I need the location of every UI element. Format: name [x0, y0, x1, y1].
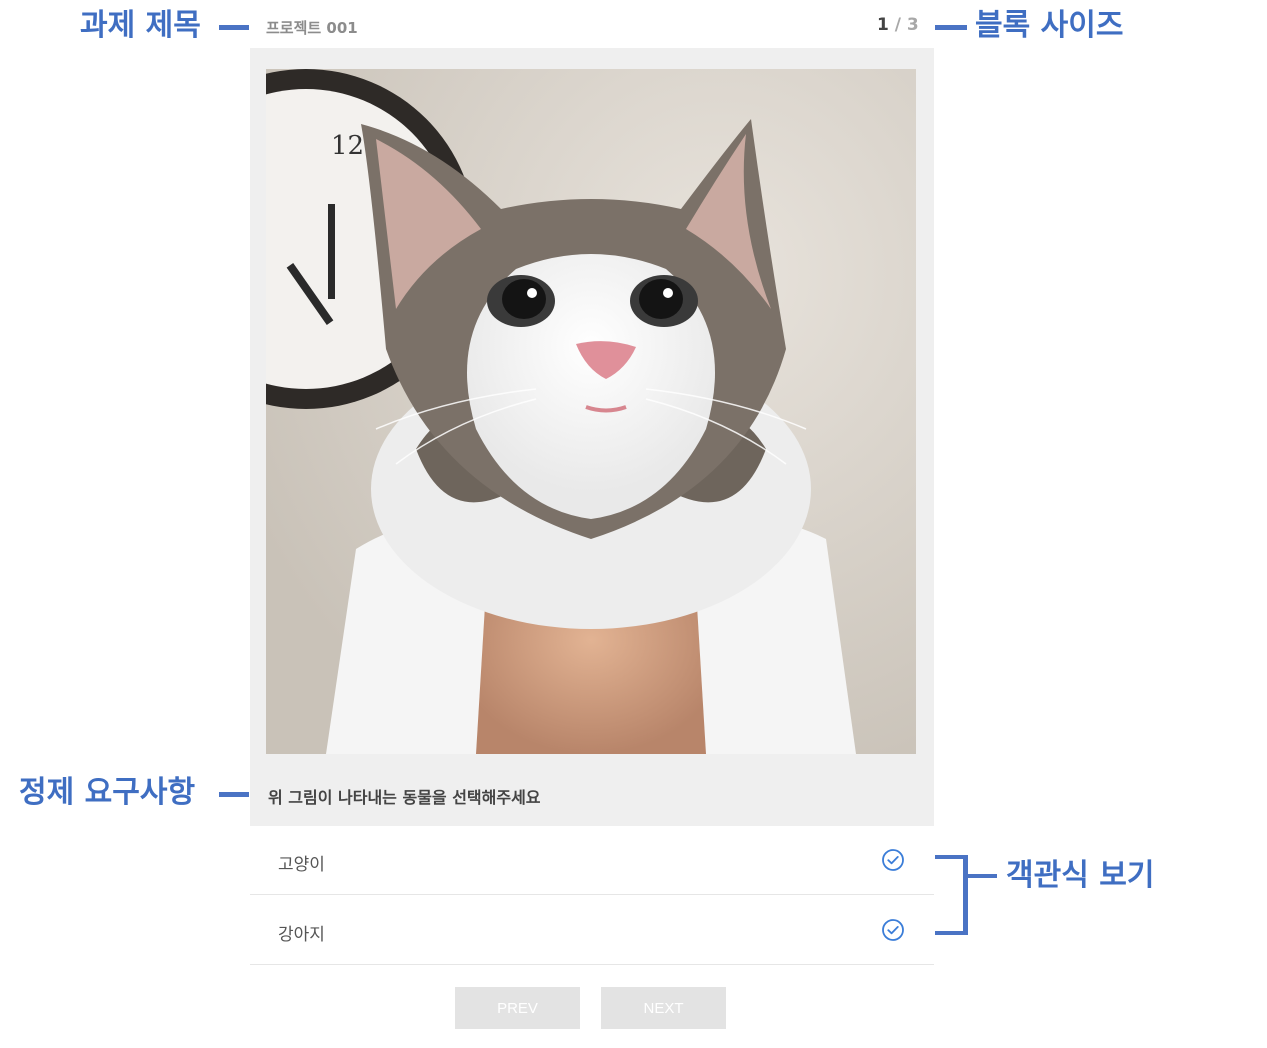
- project-title: 프로젝트 001: [266, 19, 358, 37]
- annotation-title-label: 과제 제목: [80, 8, 201, 43]
- page-counter: 1 / 3: [877, 15, 919, 35]
- kitten-photo: 12: [266, 69, 916, 754]
- page-separator: /: [894, 15, 901, 35]
- task-requirement: 위 그림이 나타내는 동물을 선택해주세요: [268, 788, 541, 807]
- annotation-block-size-connector: [935, 25, 967, 30]
- svg-text:12: 12: [331, 131, 364, 161]
- check-circle-icon[interactable]: [881, 848, 905, 872]
- annotation-requirement-connector: [219, 792, 249, 797]
- annotation-requirement-label: 정제 요구사항: [19, 775, 196, 810]
- option-label: 강아지: [278, 925, 325, 945]
- annotation-choices-bracket: [935, 855, 997, 935]
- current-page: 1: [877, 15, 889, 35]
- task-panel: 12 위 그림이 나타내는 동물을 선택해주세요: [250, 48, 934, 826]
- next-button[interactable]: NEXT: [601, 987, 726, 1029]
- prev-button[interactable]: PREV: [455, 987, 580, 1029]
- annotation-title-connector: [219, 25, 249, 30]
- annotation-block-size-label: 블록 사이즈: [975, 8, 1124, 43]
- annotation-choices-label: 객관식 보기: [1006, 858, 1155, 893]
- option-cat[interactable]: 고양이: [250, 827, 934, 895]
- check-circle-icon[interactable]: [881, 918, 905, 942]
- option-label: 고양이: [278, 855, 325, 875]
- total-pages: 3: [906, 15, 919, 35]
- option-dog[interactable]: 강아지: [250, 897, 934, 965]
